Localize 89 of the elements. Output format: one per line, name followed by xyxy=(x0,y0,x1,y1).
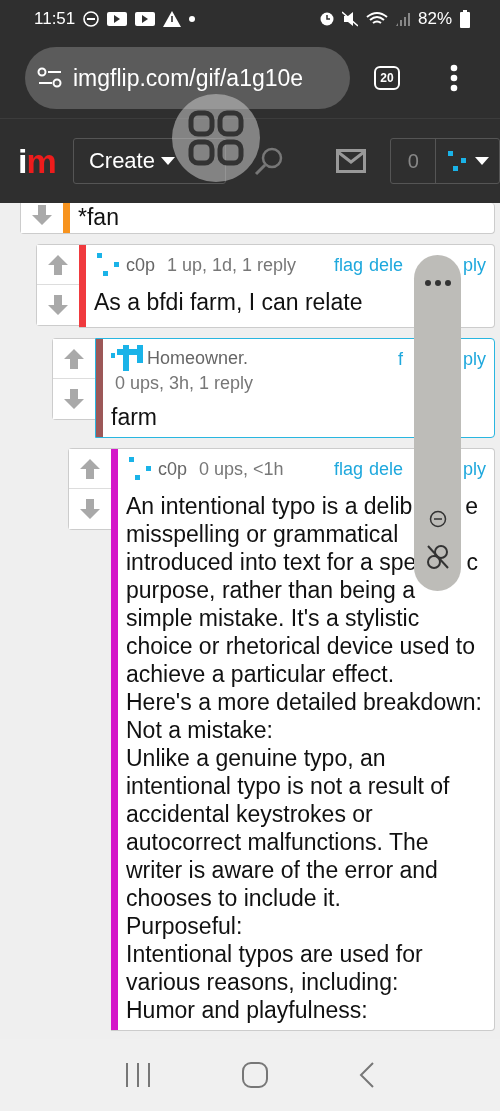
comment-text: accidental keystrokes or xyxy=(126,800,373,828)
comment-text: introduced into text for a spe xyxy=(126,548,417,576)
up-arrow-icon xyxy=(46,252,70,277)
up-arrow-icon xyxy=(62,346,86,371)
upvote-button[interactable] xyxy=(69,449,111,489)
comment-text: farm xyxy=(111,403,157,431)
avatar-icon xyxy=(446,149,467,173)
comment-link[interactable]: flag xyxy=(333,459,363,480)
avatar-icon xyxy=(111,345,143,371)
username[interactable]: c0p xyxy=(158,458,188,480)
home-icon xyxy=(242,1062,268,1088)
upvote-button[interactable] xyxy=(53,339,95,379)
dot-icon xyxy=(189,16,196,22)
url-text: imgflip.com/gif/a1g10e xyxy=(73,64,304,92)
comment-text: autocorrect malfunctions. The xyxy=(126,828,429,856)
comment-text: Humor and playfulness: xyxy=(126,996,368,1024)
tab-count-button[interactable]: 20 xyxy=(374,66,400,90)
floating-button[interactable] xyxy=(172,94,260,182)
down-arrow-icon xyxy=(30,203,54,227)
wifi-icon xyxy=(365,11,388,27)
comment-meta: 0 ups, 3h, 1 reply xyxy=(114,373,254,394)
caret-icon xyxy=(474,156,489,166)
avatar-icon xyxy=(126,456,154,482)
recent-apps-button[interactable] xyxy=(125,1062,152,1088)
up-arrow-icon xyxy=(78,456,102,481)
more-button[interactable] xyxy=(450,64,458,92)
comment-text: writer is aware of the error and xyxy=(126,856,438,884)
comment-text: various reasons, including: xyxy=(126,968,399,996)
comment-link[interactable]: dele xyxy=(368,255,403,276)
down-arrow-icon xyxy=(62,387,86,411)
more-icon xyxy=(424,279,452,287)
search-button[interactable] xyxy=(254,146,285,176)
signal-icon xyxy=(395,12,410,26)
username[interactable]: Homeowner. xyxy=(147,347,249,369)
caret-icon xyxy=(160,156,175,166)
username[interactable]: c0p xyxy=(126,254,156,276)
comment-text: Not a mistake: xyxy=(126,716,273,744)
comment-text: c xyxy=(466,548,478,576)
comment-text: Purposeful: xyxy=(126,912,243,940)
alarm-icon xyxy=(319,12,334,26)
back-icon xyxy=(358,1062,375,1088)
warning-icon xyxy=(163,11,182,27)
comment-link[interactable]: ply xyxy=(463,459,486,480)
messages-button[interactable] xyxy=(336,149,367,173)
comment-link[interactable]: ply xyxy=(463,255,486,276)
comment-text: chooses to include it. xyxy=(126,884,341,912)
down-arrow-icon xyxy=(46,293,70,317)
comment-text: Here's a more detailed breakdown: xyxy=(126,688,482,716)
site-logo[interactable]: im xyxy=(18,141,63,181)
comment-link[interactable]: f xyxy=(397,349,403,370)
mute-icon xyxy=(341,11,358,27)
minimize-icon[interactable] xyxy=(429,510,447,528)
comment-text: intentional typo is not a result of xyxy=(126,772,450,800)
comment-text: misspelling or grammatical xyxy=(126,520,399,548)
comment-link[interactable]: dele xyxy=(368,459,403,480)
comment-meta: 1 up, 1d, 1 reply xyxy=(166,254,297,276)
comment-text: As a bfdi farm, I can relate xyxy=(94,288,363,316)
comment-text: *fan xyxy=(78,203,119,231)
avatar-icon xyxy=(94,252,122,278)
comment-text: An intentional typo is a delib xyxy=(126,492,413,520)
comment-text: Intentional typos are used for xyxy=(126,940,423,968)
floating-window-handle[interactable] xyxy=(414,255,461,591)
down-arrow-icon xyxy=(78,497,102,521)
video-icon xyxy=(107,12,128,26)
recent-apps-icon xyxy=(125,1062,152,1088)
comment-text: e xyxy=(465,492,478,520)
home-button[interactable] xyxy=(242,1062,268,1088)
create-button[interactable]: Create xyxy=(72,138,227,184)
comment-text: achieve a particular effect. xyxy=(126,660,395,688)
comment-text: Unlike a genuine typo, an xyxy=(126,744,386,772)
comment-meta: 0 ups, <1h xyxy=(198,458,284,480)
more-icon xyxy=(450,64,458,92)
mail-icon xyxy=(336,149,367,173)
back-button[interactable] xyxy=(358,1062,375,1088)
crossed-out-icon[interactable] xyxy=(425,543,451,571)
video-icon xyxy=(135,12,156,26)
site-settings-icon xyxy=(37,67,63,89)
comment-text: simple mistake. It's a stylistic xyxy=(126,604,420,632)
comment-link[interactable]: ply xyxy=(463,349,486,370)
clock: 11:51 xyxy=(34,9,76,29)
upvote-button[interactable] xyxy=(37,245,79,285)
comment-text: purpose, rather than being a xyxy=(126,576,415,604)
battery-icon xyxy=(460,10,470,28)
comment-text: choice or rhetorical device used to xyxy=(126,632,476,660)
comment-link[interactable]: flag xyxy=(333,255,363,276)
search-icon xyxy=(254,146,285,176)
address-bar[interactable]: imgflip.com/gif/a1g10e xyxy=(25,47,350,109)
battery-percentage: 82% xyxy=(417,9,452,29)
do-not-disturb-icon xyxy=(83,11,100,27)
